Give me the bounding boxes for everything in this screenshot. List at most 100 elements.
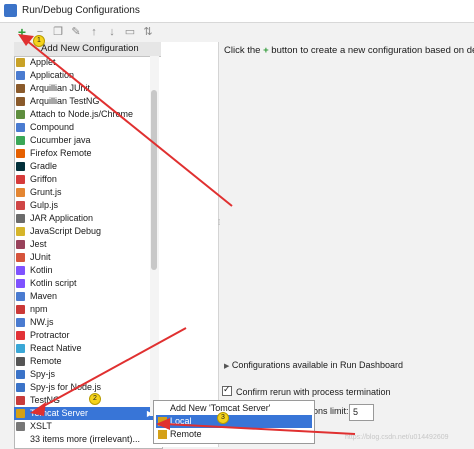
list-item[interactable]: Protractor bbox=[14, 329, 161, 342]
list-item[interactable]: TestNG bbox=[14, 394, 161, 407]
attach-icon bbox=[16, 110, 25, 119]
list-item[interactable]: Arquillian JUnit bbox=[14, 82, 161, 95]
middle-panel bbox=[161, 42, 219, 447]
application-icon bbox=[16, 71, 25, 80]
hint-before: Click the bbox=[224, 45, 261, 56]
list-item-label: TestNG bbox=[30, 395, 61, 405]
gradle-icon bbox=[16, 162, 25, 171]
wrench-icon[interactable]: ✎ bbox=[70, 26, 82, 38]
confirm-rerun-option[interactable]: Confirm rerun with process termination bbox=[222, 384, 391, 397]
submenu-item-label: Remote bbox=[170, 429, 202, 439]
tomcat-submenu: Add New 'Tomcat Server' Configuration Lo… bbox=[153, 400, 315, 444]
list-item-label: Protractor bbox=[30, 330, 70, 340]
list-item-label: Spy-js bbox=[30, 369, 56, 379]
limit-input[interactable]: 5 bbox=[349, 404, 374, 421]
list-item[interactable]: Spy-js for Node.js bbox=[14, 381, 161, 394]
list-item[interactable]: Attach to Node.js/Chrome bbox=[14, 108, 161, 121]
scrollbar-thumb[interactable] bbox=[151, 90, 157, 270]
jest-icon bbox=[16, 240, 25, 249]
list-item-label: Applet bbox=[30, 57, 56, 67]
move-up-icon[interactable]: ↑ bbox=[88, 26, 100, 38]
list-item-label: Gulp.js bbox=[30, 200, 59, 210]
jar-icon bbox=[16, 214, 25, 223]
list-item[interactable]: Arquillian TestNG bbox=[14, 95, 161, 108]
list-item[interactable]: Applet bbox=[14, 56, 161, 69]
plus-icon: + bbox=[263, 45, 269, 56]
step-badge-1: 1 bbox=[33, 35, 45, 47]
list-item-label: Grunt.js bbox=[30, 187, 62, 197]
list-item-label: Kotlin script bbox=[30, 278, 77, 288]
list-item-label: Attach to Node.js/Chrome bbox=[30, 109, 134, 119]
kotlin-icon bbox=[16, 266, 25, 275]
arquillian-icon bbox=[16, 97, 25, 106]
list-item[interactable]: React Native bbox=[14, 342, 161, 355]
list-item-label: Arquillian JUnit bbox=[30, 83, 91, 93]
confirm-rerun-checkbox[interactable] bbox=[222, 384, 232, 396]
testng-icon bbox=[16, 396, 25, 405]
list-item[interactable]: Spy-js bbox=[14, 368, 161, 381]
run-dashboard-section[interactable]: ▶ Configurations available in Run Dashbo… bbox=[224, 360, 403, 370]
submenu-item-remote[interactable]: Remote bbox=[156, 428, 312, 441]
hint-after: button to create a new configuration bas… bbox=[271, 45, 474, 56]
toolbar: + − ❐ ✎ ↑ ↓ ▭ ⇅ bbox=[0, 22, 160, 42]
list-item[interactable]: NW.js bbox=[14, 316, 161, 329]
list-item-label: Gradle bbox=[30, 161, 58, 171]
move-down-icon[interactable]: ↓ bbox=[106, 26, 118, 38]
expand-arrow-icon: ▶ bbox=[224, 363, 230, 370]
protractor-icon bbox=[16, 331, 25, 340]
list-item-label: Cucumber java bbox=[30, 135, 91, 145]
react-icon bbox=[16, 344, 25, 353]
list-item-label: Remote bbox=[30, 356, 62, 366]
list-item-label: Griffon bbox=[30, 174, 57, 184]
step-badge-2: 2 bbox=[89, 393, 101, 405]
title-bar: Run/Debug Configurations bbox=[0, 0, 474, 23]
compound-icon bbox=[16, 123, 25, 132]
list-item[interactable]: XSLT bbox=[14, 420, 161, 433]
list-item[interactable]: Jest bbox=[14, 238, 161, 251]
list-item[interactable]: Firefox Remote bbox=[14, 147, 161, 160]
limit-label: ons limit: bbox=[313, 406, 349, 416]
list-item[interactable]: JavaScript Debug bbox=[14, 225, 161, 238]
list-item-label: React Native bbox=[30, 343, 82, 353]
add-icon[interactable]: + bbox=[16, 25, 28, 39]
more-items-link[interactable]: 33 items more (irrelevant)... bbox=[14, 433, 161, 446]
list-item[interactable]: Grunt.js bbox=[14, 186, 161, 199]
griffon-icon bbox=[16, 175, 25, 184]
step-badge-3: 3 bbox=[217, 412, 229, 424]
list-item[interactable]: Remote bbox=[14, 355, 161, 368]
list-item[interactable]: Gulp.js bbox=[14, 199, 161, 212]
folder-icon[interactable]: ▭ bbox=[124, 26, 136, 38]
list-item[interactable]: Kotlin script bbox=[14, 277, 161, 290]
submenu-header: Add New 'Tomcat Server' Configuration bbox=[170, 403, 271, 426]
configuration-type-list: Applet Application Arquillian JUnit Arquill… bbox=[14, 56, 161, 446]
window-title: Run/Debug Configurations bbox=[22, 5, 140, 16]
splitter-handle[interactable]: ⁞ bbox=[218, 218, 222, 227]
confirm-rerun-label: Confirm rerun with process termination bbox=[236, 387, 391, 397]
applet-icon bbox=[16, 58, 25, 67]
list-item[interactable]: Application bbox=[14, 69, 161, 82]
list-item-label: Spy-js for Node.js bbox=[30, 382, 102, 392]
copy-icon[interactable]: ❐ bbox=[52, 26, 64, 38]
list-item-label: Compound bbox=[30, 122, 75, 132]
junit-icon bbox=[16, 253, 25, 262]
app-icon bbox=[4, 4, 17, 17]
arquillian-icon bbox=[16, 84, 25, 93]
popup-header-label: Add New Configuration bbox=[41, 43, 139, 54]
list-item[interactable]: Tomcat Server▶ bbox=[14, 407, 161, 420]
list-item[interactable]: JUnit bbox=[14, 251, 161, 264]
list-item[interactable]: Maven bbox=[14, 290, 161, 303]
nwjs-icon bbox=[16, 318, 25, 327]
hint-text: Click the + button to create a new confi… bbox=[224, 45, 474, 56]
list-item[interactable]: Gradle bbox=[14, 160, 161, 173]
list-item[interactable]: Cucumber java bbox=[14, 134, 161, 147]
tomcat-remote-icon bbox=[158, 430, 167, 439]
maven-icon bbox=[16, 292, 25, 301]
sort-icon[interactable]: ⇅ bbox=[142, 26, 154, 38]
list-item[interactable]: npm bbox=[14, 303, 161, 316]
list-item[interactable]: JAR Application bbox=[14, 212, 161, 225]
list-item[interactable]: Griffon bbox=[14, 173, 161, 186]
list-item[interactable]: Compound bbox=[14, 121, 161, 134]
list-item[interactable]: Kotlin bbox=[14, 264, 161, 277]
submenu-item-local[interactable]: Local bbox=[156, 415, 312, 428]
grunt-icon bbox=[16, 188, 25, 197]
